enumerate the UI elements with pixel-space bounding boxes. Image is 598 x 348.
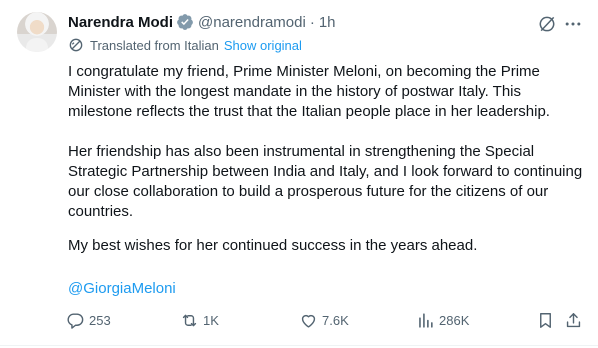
like-button[interactable]: 7.6K [299,311,349,330]
more-icon[interactable] [563,14,583,34]
divider [0,345,598,346]
show-original-link[interactable]: Show original [224,38,302,53]
views-icon [419,313,433,328]
repost-count: 1K [203,313,219,328]
like-count: 7.6K [322,313,349,328]
tweet-paragraph-3: My best wishes for her continued success… [68,237,478,254]
tweet-header: Narendra Modi @narendramodi · 1h [68,12,336,32]
tweet[interactable]: Narendra Modi @narendramodi · 1h Transla… [0,0,598,348]
share-button[interactable] [564,311,583,330]
share-icon [566,313,581,328]
tweet-paragraph-2: Her friendship has also been instrumenta… [68,143,583,220]
translation-notice: Translated from Italian Show original [68,37,302,53]
action-bar: 253 1K 7.6K 286K [0,308,598,336]
repost-button[interactable]: 1K [180,311,219,330]
views-button[interactable]: 286K [416,311,469,330]
reply-count: 253 [89,313,111,328]
translate-icon [69,38,83,52]
views-count: 286K [439,313,470,328]
translation-label: Translated from Italian [90,37,219,53]
avatar[interactable] [17,12,57,52]
author-name[interactable]: Narendra Modi [68,14,173,31]
bookmark-icon [540,313,551,328]
separator-dot: · [309,13,315,31]
verified-badge-icon [177,14,193,30]
tweet-time[interactable]: 1h [319,14,336,31]
author-handle[interactable]: @narendramodi [198,14,306,31]
repost-icon [182,314,197,327]
reply-icon [67,313,84,329]
reply-button[interactable]: 253 [66,311,111,330]
bookmark-button[interactable] [536,311,555,330]
tweet-paragraph-1: I congratulate my friend, Prime Minister… [68,63,550,120]
mention-link[interactable]: @GiorgiaMeloni [68,279,176,299]
grok-icon[interactable] [537,14,557,34]
like-icon [301,314,316,328]
